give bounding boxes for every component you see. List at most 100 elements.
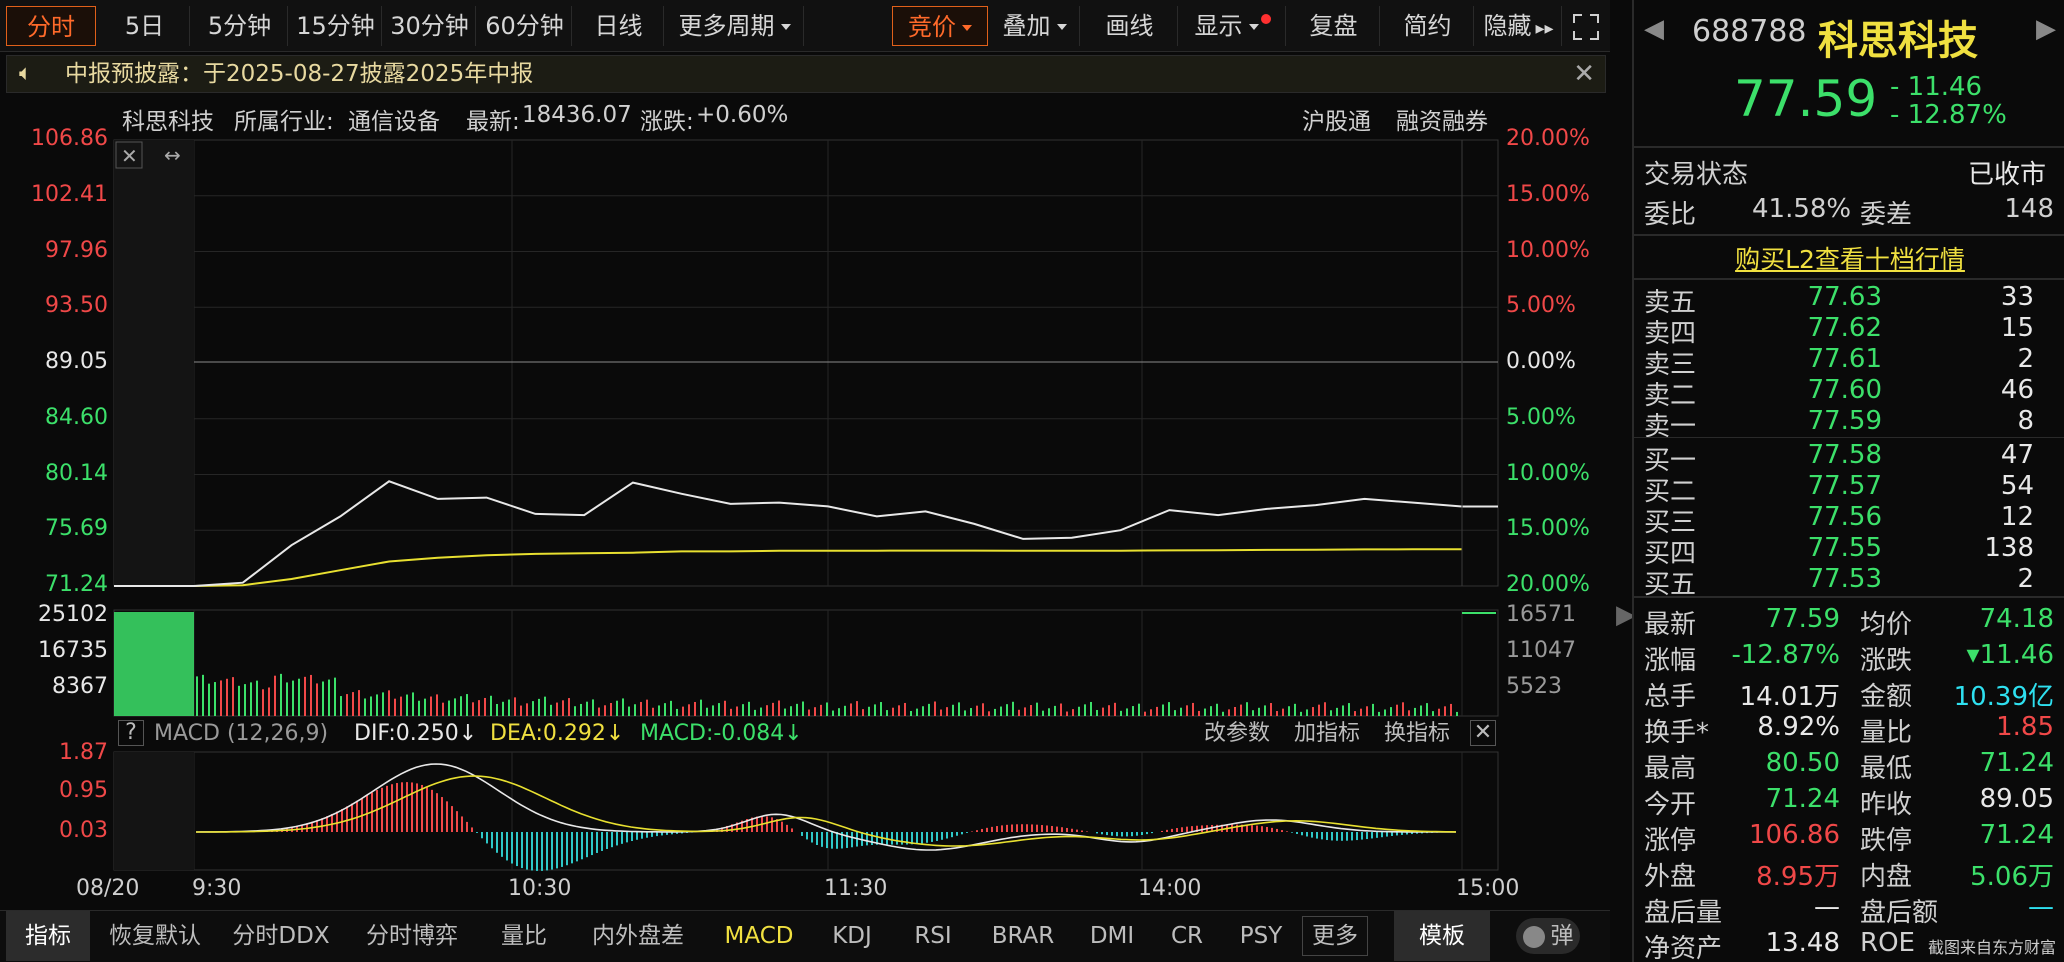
tab-indicators[interactable]: 指标 (6, 911, 90, 961)
replay-button[interactable]: 复盘 (1288, 6, 1380, 46)
draw-line-button[interactable]: 画线 (1082, 6, 1178, 46)
tab-cr[interactable]: CR (1154, 911, 1220, 961)
volume-bar (466, 694, 468, 716)
edit-params-button[interactable]: 改参数 (1204, 716, 1270, 752)
volume-bar (736, 706, 738, 716)
volume-bar (1192, 702, 1194, 716)
volume-bar (922, 706, 924, 716)
tab-5min[interactable]: 5分钟 (192, 6, 288, 46)
tab-more[interactable]: 更多 (1302, 916, 1368, 956)
tab-volume-ratio[interactable]: 量比 (482, 911, 566, 961)
more-periods-dropdown[interactable]: 更多周期 (666, 6, 804, 46)
indicator-tab-bar: 指标 恢复默认 分时DDX 分时博弈 量比 内外盘差 MACD KDJ RSI BRAR DMI CR… (0, 910, 1610, 962)
tab-template[interactable]: 模板 (1394, 911, 1490, 961)
tab-kdj[interactable]: KDJ (814, 911, 890, 961)
price-tick-label: 71.24 (45, 572, 108, 597)
volume-bar (250, 682, 252, 716)
volume-bar (1414, 707, 1416, 716)
macd-bar (426, 787, 428, 832)
volume-bar (1396, 704, 1398, 716)
stat-value: 14.01万 (1739, 682, 1840, 712)
volume-bar (976, 705, 978, 716)
tab-5day[interactable]: 5日 (100, 6, 190, 46)
display-dropdown[interactable]: 显示 (1180, 6, 1286, 46)
macd-bar (1026, 824, 1028, 832)
volume-bar (898, 705, 900, 716)
tab-game[interactable]: 分时博弈 (348, 911, 476, 961)
macd-bar (556, 832, 558, 869)
macd-bar (1096, 832, 1098, 834)
macd-bar (816, 832, 818, 846)
close-macd-icon[interactable]: ✕ (1470, 720, 1496, 746)
add-indicator-button[interactable]: 加指标 (1294, 716, 1360, 752)
macd-bar (926, 832, 928, 843)
volume-bar (1000, 706, 1002, 716)
volume-bar (784, 708, 786, 716)
tab-ddx[interactable]: 分时DDX (220, 911, 342, 961)
tab-15min[interactable]: 15分钟 (290, 6, 382, 46)
macd-bar (811, 832, 813, 843)
macd-bar (441, 797, 443, 832)
volume-bar (1258, 707, 1260, 716)
next-stock-icon[interactable]: ▶ (2036, 14, 2056, 44)
pct-tick-label: 0.00% (1506, 349, 1576, 374)
volume-bar (772, 702, 774, 716)
buy-l2-link[interactable]: 购买L2查看十档行情 (1634, 240, 2064, 276)
macd-bar (806, 832, 808, 840)
tab-60min[interactable]: 60分钟 (478, 6, 572, 46)
macd-bar (611, 832, 613, 848)
fullscreen-icon[interactable] (1566, 6, 1606, 46)
macd-bar (971, 831, 973, 832)
pre-market-area (114, 140, 194, 586)
prev-stock-icon[interactable]: ◀ (1644, 14, 1664, 44)
divider (1634, 234, 2064, 236)
macd-bar (1311, 832, 1313, 838)
macd-bar (1181, 827, 1183, 832)
overlay-dropdown[interactable]: 叠加 (990, 6, 1080, 46)
tab-intraday[interactable]: 分时 (6, 6, 96, 46)
tab-brar[interactable]: BRAR (976, 911, 1070, 961)
tab-30min[interactable]: 30分钟 (384, 6, 476, 46)
close-notice-icon[interactable]: ✕ (1573, 56, 1595, 92)
volume-bar (1462, 612, 1496, 614)
macd-bar (1121, 832, 1123, 837)
tab-reset-default[interactable]: 恢复默认 (96, 911, 214, 961)
switch-indicator-button[interactable]: 换指标 (1384, 716, 1450, 752)
macd-bar (491, 832, 493, 849)
tab-psy[interactable]: PSY (1226, 911, 1296, 961)
help-icon[interactable]: ? (118, 720, 144, 746)
auction-dropdown[interactable]: 竞价 (892, 6, 988, 46)
tab-daily[interactable]: 日线 (574, 6, 664, 46)
macd-bar (626, 832, 628, 843)
tab-inout-diff[interactable]: 内外盘差 (572, 911, 704, 961)
intraday-chart[interactable]: ✕ ↔ (0, 130, 1510, 910)
status-value: 已收市 (1968, 160, 2047, 190)
macd-bar (1071, 828, 1073, 832)
macd-bar (571, 832, 573, 864)
tab-macd[interactable]: MACD (710, 911, 808, 961)
panel-splitter[interactable]: ▶ (1612, 0, 1636, 962)
volume-bar (256, 680, 258, 716)
stat-label: 最新 (1644, 610, 1697, 640)
hide-button[interactable]: 隐藏 ▸▸ (1476, 6, 1562, 46)
volume-tick-label-right: 5523 (1506, 674, 1562, 699)
macd-bar (1161, 830, 1163, 832)
volume-bar (508, 699, 510, 716)
volume-bar (916, 708, 918, 716)
simple-mode-button[interactable]: 简约 (1382, 6, 1474, 46)
popup-toggle[interactable]: 弹 (1516, 918, 1580, 954)
price-tick-label: 80.14 (45, 460, 108, 486)
close-icon: ✕ (121, 144, 138, 168)
resize-horizontal-icon[interactable]: ↔ (164, 143, 181, 167)
stat-label: 盘后额 (1860, 898, 1939, 928)
volume-bar (358, 690, 360, 716)
volume-bar (532, 701, 534, 716)
volume-bar (556, 702, 558, 716)
tab-rsi[interactable]: RSI (896, 911, 970, 961)
stat-label: 最低 (1860, 754, 1913, 784)
volume-bar (502, 701, 504, 716)
macd-bar (1256, 825, 1258, 832)
macd-bar (446, 801, 448, 832)
volume-bar (1204, 708, 1206, 716)
tab-dmi[interactable]: DMI (1076, 911, 1148, 961)
